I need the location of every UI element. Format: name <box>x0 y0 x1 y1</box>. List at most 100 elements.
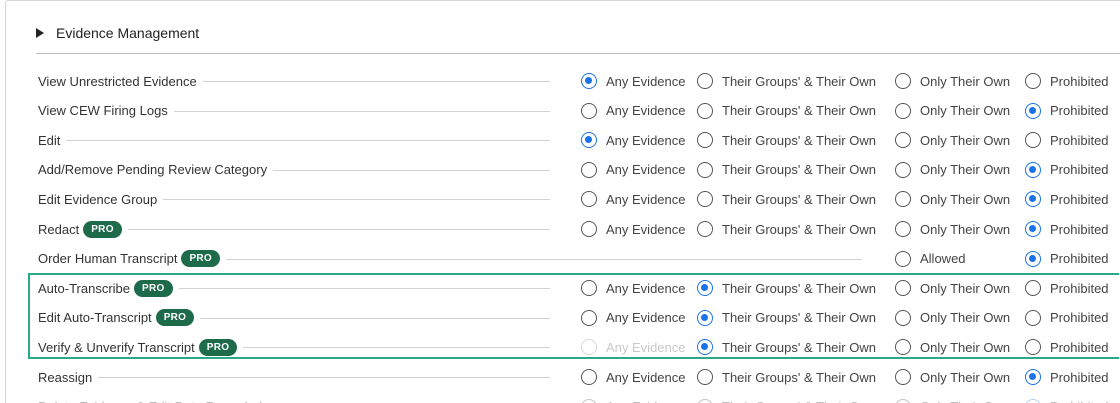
radio-button[interactable] <box>895 369 911 385</box>
permission-row: Reassign Any Evidence Their Groups' & Thei… <box>6 362 1120 392</box>
radio-button[interactable] <box>697 398 713 403</box>
radio-button[interactable] <box>895 73 911 89</box>
permission-label-text: View CEW Firing Logs <box>38 103 168 119</box>
option-prohibited[interactable]: Prohibited <box>1025 66 1109 96</box>
permission-label-text: Add/Remove Pending Review Category <box>38 162 268 178</box>
option-label: Any Evidence <box>606 191 686 207</box>
radio-button[interactable] <box>1025 132 1041 149</box>
radio-button[interactable] <box>1025 369 1041 385</box>
option-label: Only Their Own <box>920 132 1011 148</box>
radio-button[interactable] <box>581 398 597 403</box>
permission-label: View Unrestricted Evidence <box>38 66 203 96</box>
radio-button[interactable] <box>1025 398 1041 403</box>
radio-button[interactable] <box>697 73 713 89</box>
option-any[interactable]: Any Evidence <box>581 362 686 392</box>
option-groups[interactable]: Their Groups' & Their Own <box>697 125 876 155</box>
permission-row: Delete Evidence & Edit Date Recorded Any … <box>6 391 1120 403</box>
radio-button[interactable] <box>1025 73 1041 89</box>
caret-right-icon[interactable] <box>36 28 44 38</box>
option-prohibited[interactable]: Prohibited <box>1025 244 1109 274</box>
option-own[interactable]: Only Their Own <box>895 214 1010 244</box>
option-groups[interactable]: Their Groups' & Their Own <box>697 362 876 392</box>
option-own[interactable]: Only Their Own <box>895 96 1010 126</box>
option-prohibited[interactable]: Prohibited <box>1025 96 1109 126</box>
option-prohibited[interactable]: Prohibited <box>1025 362 1109 392</box>
permission-label-text: Delete Evidence & Edit Date Recorded <box>38 399 262 403</box>
option-any[interactable]: Any Evidence <box>581 155 686 185</box>
radio-button[interactable] <box>581 161 597 178</box>
radio-button[interactable] <box>1025 221 1041 237</box>
radio-button[interactable] <box>581 132 597 149</box>
option-own[interactable]: Only Their Own <box>895 155 1010 185</box>
radio-button[interactable] <box>581 73 597 89</box>
radio-button[interactable] <box>895 102 911 119</box>
radio-button[interactable] <box>895 221 911 237</box>
radio-button[interactable] <box>697 102 713 119</box>
option-groups[interactable]: Their Groups' & Their Own <box>697 96 876 126</box>
radio-button[interactable] <box>895 250 911 267</box>
option-prohibited[interactable]: Prohibited <box>1025 125 1109 155</box>
option-own[interactable]: Only Their Own <box>895 392 1010 403</box>
radio-button[interactable] <box>581 102 597 119</box>
option-allowed[interactable]: Allowed <box>895 244 966 274</box>
radio-button[interactable] <box>1025 161 1041 178</box>
radio-button[interactable] <box>581 221 597 237</box>
permission-row: Edit Any Evidence Their Groups' & Their Ow… <box>6 125 1120 156</box>
radio-button[interactable] <box>697 369 713 385</box>
radio-button[interactable] <box>697 132 713 149</box>
permission-label: Order Human Transcript PRO <box>38 243 227 274</box>
option-any[interactable]: Any Evidence <box>581 125 686 155</box>
permission-label: View CEW Firing Logs <box>38 95 174 126</box>
radio-button[interactable] <box>581 191 597 208</box>
option-any[interactable]: Any Evidence <box>581 96 686 126</box>
permission-label: Edit <box>38 125 67 156</box>
option-prohibited[interactable]: Prohibited <box>1025 214 1109 244</box>
permission-row: View Unrestricted Evidence Any Evidence Th… <box>6 66 1120 96</box>
option-label: Only Their Own <box>920 191 1011 207</box>
option-label: Their Groups' & Their Own <box>722 221 876 237</box>
radio-button[interactable] <box>697 191 713 208</box>
option-any[interactable]: Any Evidence <box>581 392 686 403</box>
option-groups[interactable]: Their Groups' & Their Own <box>697 184 876 214</box>
option-label: Only Their Own <box>920 369 1011 385</box>
option-own[interactable]: Only Their Own <box>895 362 1010 392</box>
option-label: Only Their Own <box>920 221 1011 237</box>
option-prohibited[interactable]: Prohibited <box>1025 184 1109 214</box>
option-groups[interactable]: Their Groups' & Their Own <box>697 155 876 185</box>
permission-label: Edit Evidence Group <box>38 184 164 215</box>
radio-button[interactable] <box>895 132 911 149</box>
option-label: Prohibited <box>1050 221 1109 237</box>
option-own[interactable]: Only Their Own <box>895 184 1010 214</box>
radio-button[interactable] <box>895 191 911 208</box>
option-groups[interactable]: Their Groups' & Their Own <box>697 392 876 403</box>
radio-button[interactable] <box>895 398 911 403</box>
option-any[interactable]: Any Evidence <box>581 214 686 244</box>
option-any[interactable]: Any Evidence <box>581 66 686 96</box>
option-own[interactable]: Only Their Own <box>895 66 1010 96</box>
radio-button[interactable] <box>1025 102 1041 119</box>
option-label: Prohibited <box>1050 73 1109 89</box>
option-own[interactable]: Only Their Own <box>895 125 1010 155</box>
radio-button[interactable] <box>581 369 597 385</box>
option-prohibited[interactable]: Prohibited <box>1025 155 1109 185</box>
radio-button[interactable] <box>697 161 713 178</box>
option-label: Their Groups' & Their Own <box>722 162 876 178</box>
option-label: Prohibited <box>1050 251 1109 267</box>
option-label: Any Evidence <box>606 73 686 89</box>
option-label: Only Their Own <box>920 162 1011 178</box>
radio-button[interactable] <box>1025 191 1041 208</box>
transcript-highlight-box <box>28 273 1119 359</box>
option-any[interactable]: Any Evidence <box>581 184 686 214</box>
option-label: Any Evidence <box>606 369 686 385</box>
option-groups[interactable]: Their Groups' & Their Own <box>697 66 876 96</box>
radio-button[interactable] <box>1025 250 1041 267</box>
radio-button[interactable] <box>697 221 713 237</box>
option-groups[interactable]: Their Groups' & Their Own <box>697 214 876 244</box>
radio-button[interactable] <box>895 161 911 178</box>
option-label: Their Groups' & Their Own <box>722 132 876 148</box>
option-label: Only Their Own <box>920 399 1010 403</box>
permission-label: Redact PRO <box>38 214 128 244</box>
option-prohibited[interactable]: Prohibited <box>1025 392 1109 403</box>
section-header[interactable]: Evidence Management <box>36 19 1120 54</box>
evidence-management-panel: Evidence Management View Unrestricted Ev… <box>5 0 1120 403</box>
